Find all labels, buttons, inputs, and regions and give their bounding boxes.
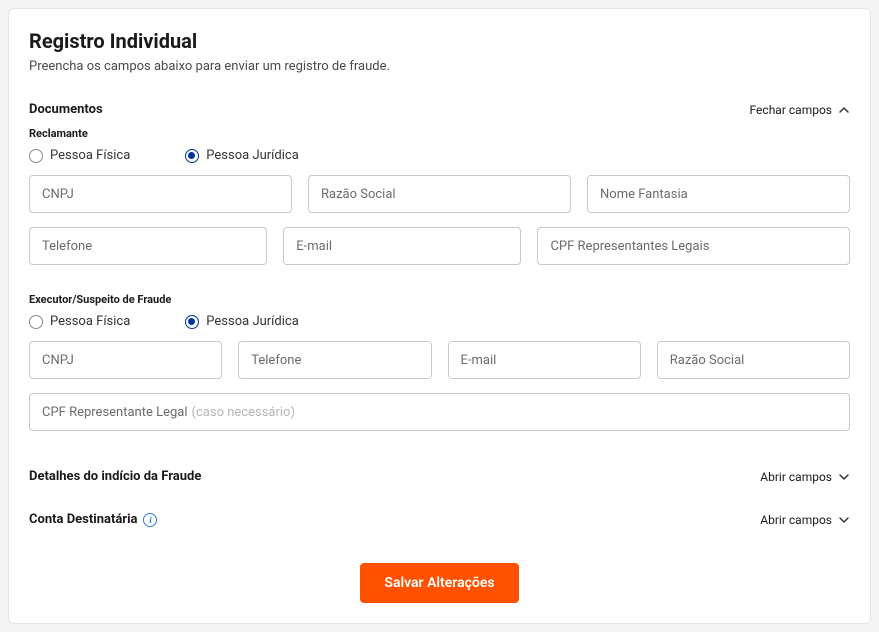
toggle-detalhes-label: Abrir campos: [760, 470, 832, 484]
executor-cnpj-input[interactable]: [29, 341, 222, 379]
executor-email-input[interactable]: [448, 341, 641, 379]
reclamante-razao-social-input[interactable]: [308, 175, 571, 213]
reclamante-radio-juridica[interactable]: Pessoa Jurídica: [185, 148, 298, 163]
executor-label: Executor/Suspeito de Fraude: [29, 293, 850, 306]
reclamante-radio-group: Pessoa Física Pessoa Jurídica: [29, 148, 850, 163]
radio-label: Pessoa Física: [50, 148, 130, 163]
radio-icon: [185, 149, 199, 163]
radio-icon: [29, 315, 43, 329]
placeholder-main: CPF Representante Legal: [42, 405, 188, 420]
radio-label: Pessoa Física: [50, 314, 130, 329]
page-subtitle: Preencha os campos abaixo para enviar um…: [29, 59, 850, 74]
toggle-documentos[interactable]: Fechar campos: [750, 103, 850, 117]
section-detalhes-header: Detalhes do indício da Fraude Abrir camp…: [29, 469, 850, 484]
page-title: Registro Individual: [29, 29, 850, 53]
action-row: Salvar Alterações: [29, 563, 850, 603]
reclamante-label: Reclamante: [29, 127, 850, 140]
radio-label: Pessoa Jurídica: [206, 314, 298, 329]
save-button[interactable]: Salvar Alterações: [360, 563, 518, 603]
executor-radio-group: Pessoa Física Pessoa Jurídica: [29, 314, 850, 329]
radio-icon: [29, 149, 43, 163]
placeholder-hint: (caso necessário): [192, 405, 295, 420]
toggle-detalhes[interactable]: Abrir campos: [760, 470, 850, 484]
reclamante-cnpj-input[interactable]: [29, 175, 292, 213]
reclamante-cpf-reps-input[interactable]: [537, 227, 850, 265]
executor-telefone-input[interactable]: [238, 341, 431, 379]
chevron-down-icon: [838, 514, 850, 526]
radio-icon: [185, 315, 199, 329]
toggle-conta-label: Abrir campos: [760, 513, 832, 527]
executor-razao-social-input[interactable]: [657, 341, 850, 379]
executor-radio-fisica[interactable]: Pessoa Física: [29, 314, 130, 329]
section-documentos-title: Documentos: [29, 102, 103, 117]
reclamante-radio-fisica[interactable]: Pessoa Física: [29, 148, 130, 163]
executor-radio-juridica[interactable]: Pessoa Jurídica: [185, 314, 298, 329]
info-icon[interactable]: i: [143, 513, 157, 527]
section-conta-title-wrap: Conta Destinatária i: [29, 512, 157, 527]
reclamante-nome-fantasia-input[interactable]: [587, 175, 850, 213]
form-card: Registro Individual Preencha os campos a…: [8, 8, 871, 624]
section-documentos-header: Documentos Fechar campos: [29, 102, 850, 117]
radio-label: Pessoa Jurídica: [206, 148, 298, 163]
reclamante-telefone-input[interactable]: [29, 227, 267, 265]
toggle-conta[interactable]: Abrir campos: [760, 513, 850, 527]
chevron-down-icon: [838, 471, 850, 483]
section-conta-title: Conta Destinatária: [29, 512, 137, 527]
section-detalhes-title: Detalhes do indício da Fraude: [29, 469, 201, 484]
section-conta-header: Conta Destinatária i Abrir campos: [29, 512, 850, 527]
chevron-up-icon: [838, 104, 850, 116]
reclamante-email-input[interactable]: [283, 227, 521, 265]
toggle-documentos-label: Fechar campos: [750, 103, 832, 117]
executor-cpf-rep-input[interactable]: CPF Representante Legal (caso necessário…: [29, 393, 850, 431]
